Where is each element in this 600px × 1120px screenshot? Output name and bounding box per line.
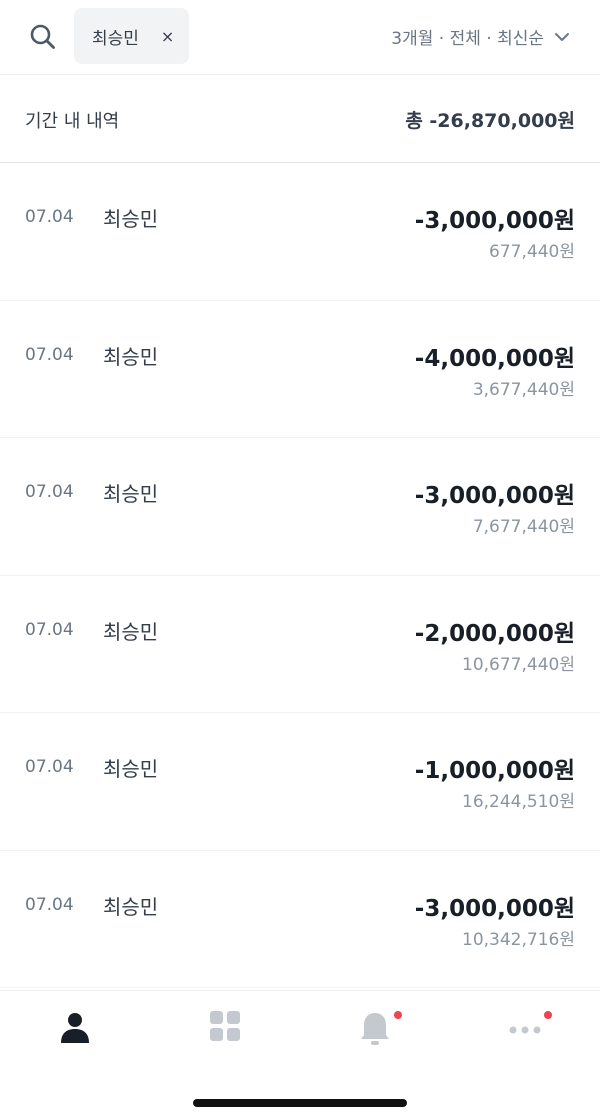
notification-badge bbox=[394, 1011, 402, 1019]
summary-total: 총 -26,870,000원 bbox=[405, 110, 575, 132]
transaction-name: 최승민 bbox=[103, 757, 159, 781]
transaction-row[interactable]: 07.04 최승민 -2,000,000원 10,677,440원 bbox=[0, 576, 600, 713]
transaction-balance: 10,342,716원 bbox=[462, 929, 575, 950]
tab-person[interactable] bbox=[45, 1011, 105, 1061]
transaction-date: 07.04 bbox=[25, 482, 74, 502]
transaction-name: 최승민 bbox=[103, 482, 159, 506]
search-icon[interactable] bbox=[28, 22, 58, 52]
chevron-down-icon bbox=[554, 27, 570, 46]
filter-label: 3개월 · 전체 · 최신순 bbox=[391, 29, 544, 49]
transaction-amount: -3,000,000원 bbox=[414, 895, 575, 922]
transaction-row[interactable]: 07.04 최승민 -3,000,000원 677,440원 bbox=[0, 163, 600, 301]
transaction-name: 최승민 bbox=[103, 619, 159, 644]
person-icon bbox=[45, 1011, 105, 1045]
transaction-row[interactable]: 07.04 최승민 -3,000,000원 7,677,440원 bbox=[0, 438, 600, 576]
period-filter-dropdown[interactable]: 3개월 · 전체 · 최신순 bbox=[391, 24, 570, 49]
tab-grid[interactable] bbox=[195, 1011, 255, 1061]
home-indicator bbox=[193, 1099, 407, 1107]
transaction-balance: 10,677,440원 bbox=[462, 654, 575, 675]
transaction-row[interactable]: 07.04 최승민 -4,000,000원 3,677,440원 bbox=[0, 301, 600, 438]
transaction-balance: 7,677,440원 bbox=[472, 517, 575, 537]
transaction-amount: -4,000,000원 bbox=[414, 345, 575, 372]
transaction-amount: -3,000,000원 bbox=[414, 483, 575, 509]
tab-notifications[interactable] bbox=[345, 1011, 405, 1061]
transaction-balance: 677,440원 bbox=[489, 242, 575, 262]
transaction-amount: -2,000,000원 bbox=[414, 620, 575, 647]
transaction-list: 07.04 최승민 -3,000,000원 677,440원 07.04 최승민… bbox=[0, 163, 600, 988]
transaction-date: 07.04 bbox=[25, 207, 74, 227]
transaction-balance: 3,677,440원 bbox=[472, 379, 575, 400]
transaction-date: 07.04 bbox=[25, 757, 74, 777]
transaction-balance: 16,244,510원 bbox=[462, 792, 575, 812]
transaction-name: 최승민 bbox=[103, 894, 159, 919]
transaction-row[interactable]: 07.04 최승민 -3,000,000원 10,342,716원 bbox=[0, 851, 600, 988]
period-summary: 기간 내 내역 총 -26,870,000원 bbox=[0, 75, 600, 163]
chip-label: 최승민 bbox=[92, 28, 139, 49]
transaction-row[interactable]: 07.04 최승민 -1,000,000원 16,244,510원 bbox=[0, 713, 600, 851]
top-bar: 최승민 × 3개월 · 전체 · 최신순 bbox=[0, 0, 600, 75]
transaction-name: 최승민 bbox=[103, 344, 159, 369]
transaction-amount: -1,000,000원 bbox=[414, 758, 575, 784]
grid-icon bbox=[195, 1011, 255, 1041]
summary-label: 기간 내 내역 bbox=[25, 111, 120, 132]
transaction-date: 07.04 bbox=[25, 894, 74, 915]
filter-chip[interactable]: 최승민 × bbox=[74, 8, 189, 64]
more-badge bbox=[544, 1011, 552, 1019]
close-icon[interactable]: × bbox=[161, 27, 174, 46]
transaction-date: 07.04 bbox=[25, 344, 74, 365]
transaction-date: 07.04 bbox=[25, 619, 74, 640]
transaction-amount: -3,000,000원 bbox=[414, 208, 575, 234]
tab-more[interactable] bbox=[495, 1011, 555, 1061]
transaction-name: 최승민 bbox=[103, 207, 159, 231]
